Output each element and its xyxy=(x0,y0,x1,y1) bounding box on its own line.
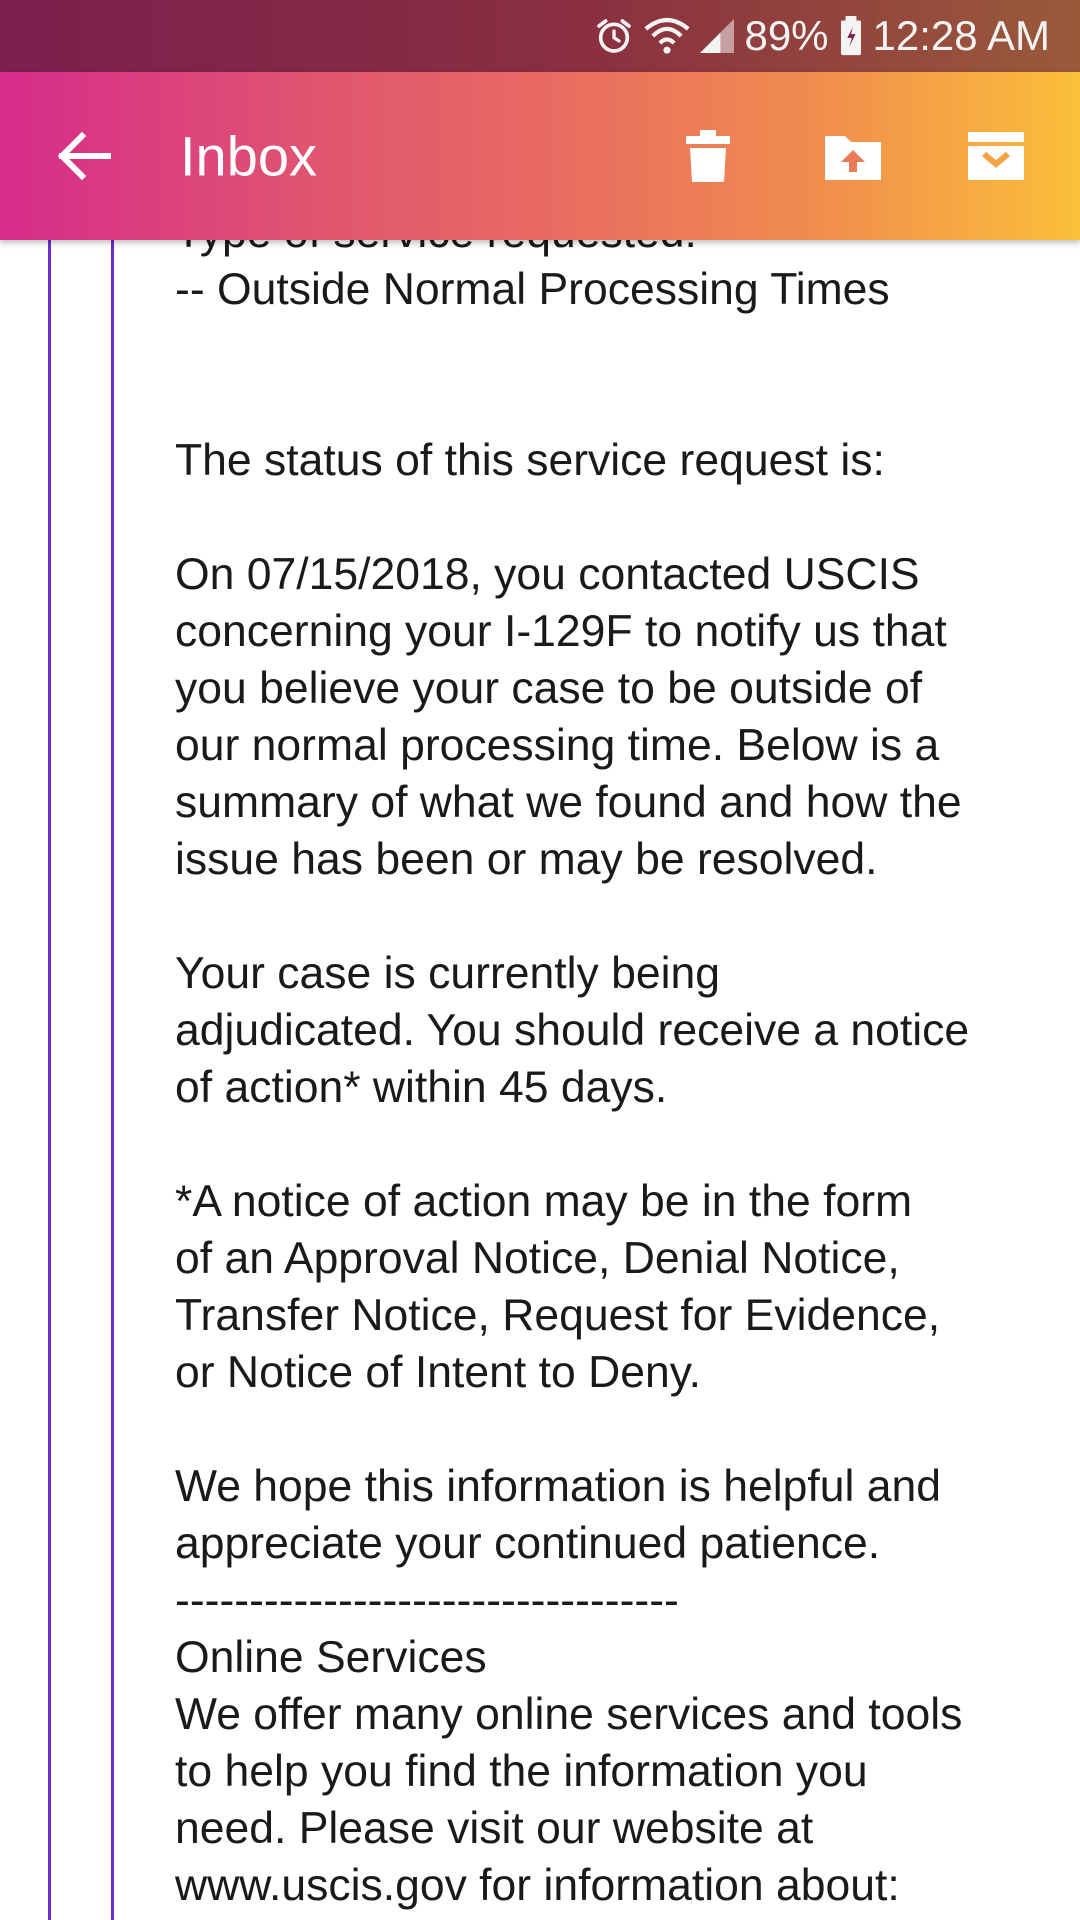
app-bar: Inbox xyxy=(0,72,1080,240)
back-arrow-icon xyxy=(57,132,111,180)
battery-icon xyxy=(839,16,863,56)
email-line: or Notice of Intent to Deny. xyxy=(175,1348,702,1397)
email-line xyxy=(175,489,1055,546)
email-content[interactable]: Type of service requested: -- Outside Nor… xyxy=(0,240,1080,1920)
email-line: On 07/15/2018, you contacted USCIS xyxy=(175,550,920,599)
email-line: Type of service requested: xyxy=(175,240,1055,261)
clock: 12:28 AM xyxy=(872,12,1050,59)
email-line: of action* within 45 days. xyxy=(175,1063,668,1112)
archive-button[interactable] xyxy=(960,120,1032,192)
battery-percent: 89% xyxy=(744,12,829,59)
email-line: adjudicated. You should receive a notice xyxy=(175,1006,970,1055)
email-line xyxy=(175,1401,1055,1458)
alarm-icon xyxy=(594,16,634,56)
email-body: Type of service requested: -- Outside Nor… xyxy=(175,240,1055,1914)
status-bar: 89% 12:28 AM xyxy=(0,0,1080,72)
page-title: Inbox xyxy=(180,124,317,188)
delete-button[interactable] xyxy=(672,120,744,192)
email-line: *A notice of action may be in the form xyxy=(175,1177,913,1226)
email-line: summary of what we found and how the xyxy=(175,778,962,827)
email-line: you believe your case to be outside of xyxy=(175,664,923,713)
email-line: ---------------------------------- xyxy=(175,1576,679,1625)
signal-icon xyxy=(700,18,735,54)
email-line xyxy=(175,888,1055,945)
email-line: our normal processing time. Below is a xyxy=(175,721,940,770)
email-line: -- Outside Normal Processing Times xyxy=(175,265,890,314)
move-to-folder-icon xyxy=(825,136,881,180)
quote-bar-inner xyxy=(111,240,114,1920)
email-line: The status of this service request is: xyxy=(175,436,885,485)
email-line xyxy=(175,318,1055,375)
move-to-folder-button[interactable] xyxy=(817,120,889,192)
email-line: concerning your I-129F to notify us that xyxy=(175,607,947,656)
email-line: Transfer Notice, Request for Evidence, xyxy=(175,1291,941,1340)
email-line: issue has been or may be resolved. xyxy=(175,835,878,884)
back-button[interactable] xyxy=(52,124,116,188)
email-line: Online Services xyxy=(175,1633,487,1682)
email-line: We hope this information is helpful and xyxy=(175,1462,942,1511)
email-line: We offer many online services and tools xyxy=(175,1690,963,1739)
delete-icon xyxy=(686,130,730,182)
wifi-icon xyxy=(644,16,691,56)
quote-bar-outer xyxy=(48,240,51,1920)
email-line: appreciate your continued patience. xyxy=(175,1519,881,1568)
email-line xyxy=(175,375,1055,432)
email-line: need. Please visit our website at xyxy=(175,1804,814,1853)
email-line xyxy=(175,1116,1055,1173)
email-line: Your case is currently being xyxy=(175,949,721,998)
email-line: www.uscis.gov for information about: xyxy=(175,1861,900,1910)
email-line: to help you find the information you xyxy=(175,1747,868,1796)
archive-icon xyxy=(968,132,1024,180)
email-line: of an Approval Notice, Denial Notice, xyxy=(175,1234,900,1283)
